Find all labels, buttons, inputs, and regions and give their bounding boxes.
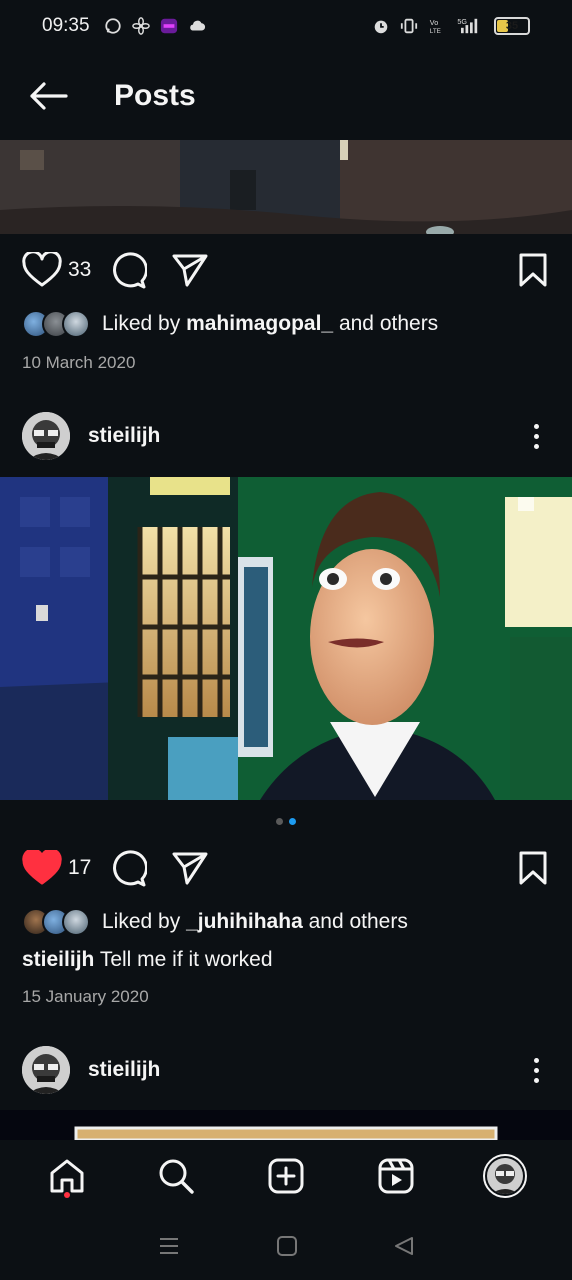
avatar[interactable]: [22, 1046, 70, 1094]
heart-filled-icon: [22, 850, 62, 885]
share-button[interactable]: [171, 850, 209, 886]
user-avatar-graphic: [22, 1046, 70, 1094]
alarm-icon: [374, 20, 388, 34]
status-time: 09:35: [42, 15, 90, 36]
more-dots-icon: [533, 1057, 539, 1063]
caption-text: Tell me if it worked: [94, 948, 273, 971]
carousel-dot: [276, 818, 283, 825]
post-username[interactable]: stieilijh: [88, 1058, 160, 1082]
page-title: Posts: [114, 79, 196, 112]
nav-reels[interactable]: [366, 1146, 426, 1206]
liked-by-suffix[interactable]: and others: [303, 910, 408, 934]
home-square-icon[interactable]: [276, 1235, 298, 1257]
liker-avatars: [22, 908, 90, 936]
bottom-nav: [0, 1140, 572, 1212]
whatsapp-icon: [104, 18, 121, 34]
vibrate-icon: [400, 18, 418, 34]
reels-icon: [378, 1158, 414, 1194]
liked-by-row[interactable]: Liked by mahimagopal_ and others: [22, 310, 438, 338]
nav-profile[interactable]: [475, 1146, 535, 1206]
avatar: [62, 310, 90, 338]
home-icon: [50, 1159, 84, 1193]
heart-outline-icon: [22, 252, 62, 287]
signal-5g-icon: 5G: [457, 17, 478, 34]
user-avatar-graphic: [22, 412, 70, 460]
nav-home[interactable]: [37, 1146, 97, 1206]
bookmark-icon: [519, 253, 547, 287]
post-image-graphic: [0, 477, 572, 800]
comment-button[interactable]: [109, 251, 148, 289]
cloud-icon: [189, 20, 205, 31]
notification-dot: [63, 1192, 70, 1198]
post-image[interactable]: [0, 140, 572, 234]
carousel-dot-active: [289, 818, 296, 825]
bookmark-icon: [519, 851, 547, 885]
nav-search[interactable]: [146, 1146, 206, 1206]
nav-create[interactable]: [256, 1146, 316, 1206]
yono-app-icon: [160, 18, 177, 34]
header: Posts: [0, 60, 572, 132]
post-actions: 33: [0, 242, 572, 298]
post-date: 15 January 2020: [22, 987, 149, 1006]
like-button[interactable]: [22, 850, 62, 886]
volte-icon: VoLTE: [430, 18, 441, 35]
save-button[interactable]: [518, 253, 548, 287]
liked-by-prefix: Liked by: [102, 312, 187, 335]
battery-indicator: 35: [494, 17, 530, 35]
like-button[interactable]: [22, 252, 62, 288]
more-dots-icon: [533, 423, 539, 429]
system-navigation-bar: [0, 1212, 572, 1280]
search-icon: [159, 1159, 195, 1194]
like-count[interactable]: 33: [68, 258, 91, 282]
avatar[interactable]: [22, 412, 70, 460]
battery-level: 35: [505, 20, 519, 32]
save-button[interactable]: [518, 851, 548, 885]
comment-icon: [113, 850, 148, 887]
recent-apps-icon[interactable]: [157, 1234, 181, 1258]
like-count[interactable]: 17: [68, 856, 91, 880]
fan-icon: [131, 17, 150, 35]
more-options-button[interactable]: [526, 416, 546, 456]
post-date: 10 March 2020: [22, 353, 136, 372]
post-header: stieilijh: [0, 404, 572, 468]
svg-text:LTE: LTE: [430, 28, 441, 35]
svg-text:Vo: Vo: [430, 18, 438, 27]
post-header: stieilijh: [0, 1038, 572, 1102]
svg-text:5G: 5G: [457, 17, 467, 26]
comment-button[interactable]: [109, 849, 148, 887]
arrow-left-icon: [30, 82, 68, 110]
profile-avatar: [483, 1154, 528, 1198]
more-options-button[interactable]: [526, 1050, 546, 1090]
comment-icon: [113, 252, 148, 289]
liked-by-username[interactable]: mahimagopal_: [186, 312, 333, 336]
post-username[interactable]: stieilijh: [88, 424, 160, 448]
post-image[interactable]: [0, 477, 572, 800]
send-icon: [172, 852, 208, 885]
post-image-graphic: [0, 140, 572, 234]
liked-by-row[interactable]: Liked by _juhihihaha and others: [22, 908, 408, 936]
caption-username[interactable]: stieilijh: [22, 948, 94, 971]
back-button[interactable]: [18, 66, 78, 126]
back-triangle-icon[interactable]: [393, 1235, 415, 1257]
liker-avatars: [22, 310, 90, 338]
post-image[interactable]: [0, 1110, 572, 1140]
avatar: [62, 908, 90, 936]
create-icon: [268, 1158, 304, 1194]
liked-by-username[interactable]: _juhihihaha: [186, 910, 303, 934]
share-button[interactable]: [171, 252, 209, 288]
liked-by-suffix[interactable]: and others: [333, 312, 438, 336]
post-actions: 17: [0, 840, 572, 896]
post-image-graphic: [0, 1110, 572, 1140]
carousel-indicator: [0, 818, 572, 825]
liked-by-prefix: Liked by: [102, 910, 187, 933]
post-caption: stieilijh Tell me if it worked: [22, 948, 273, 972]
send-icon: [172, 254, 208, 287]
status-bar: 09:35 Vo LTE 5G 35: [0, 0, 572, 52]
